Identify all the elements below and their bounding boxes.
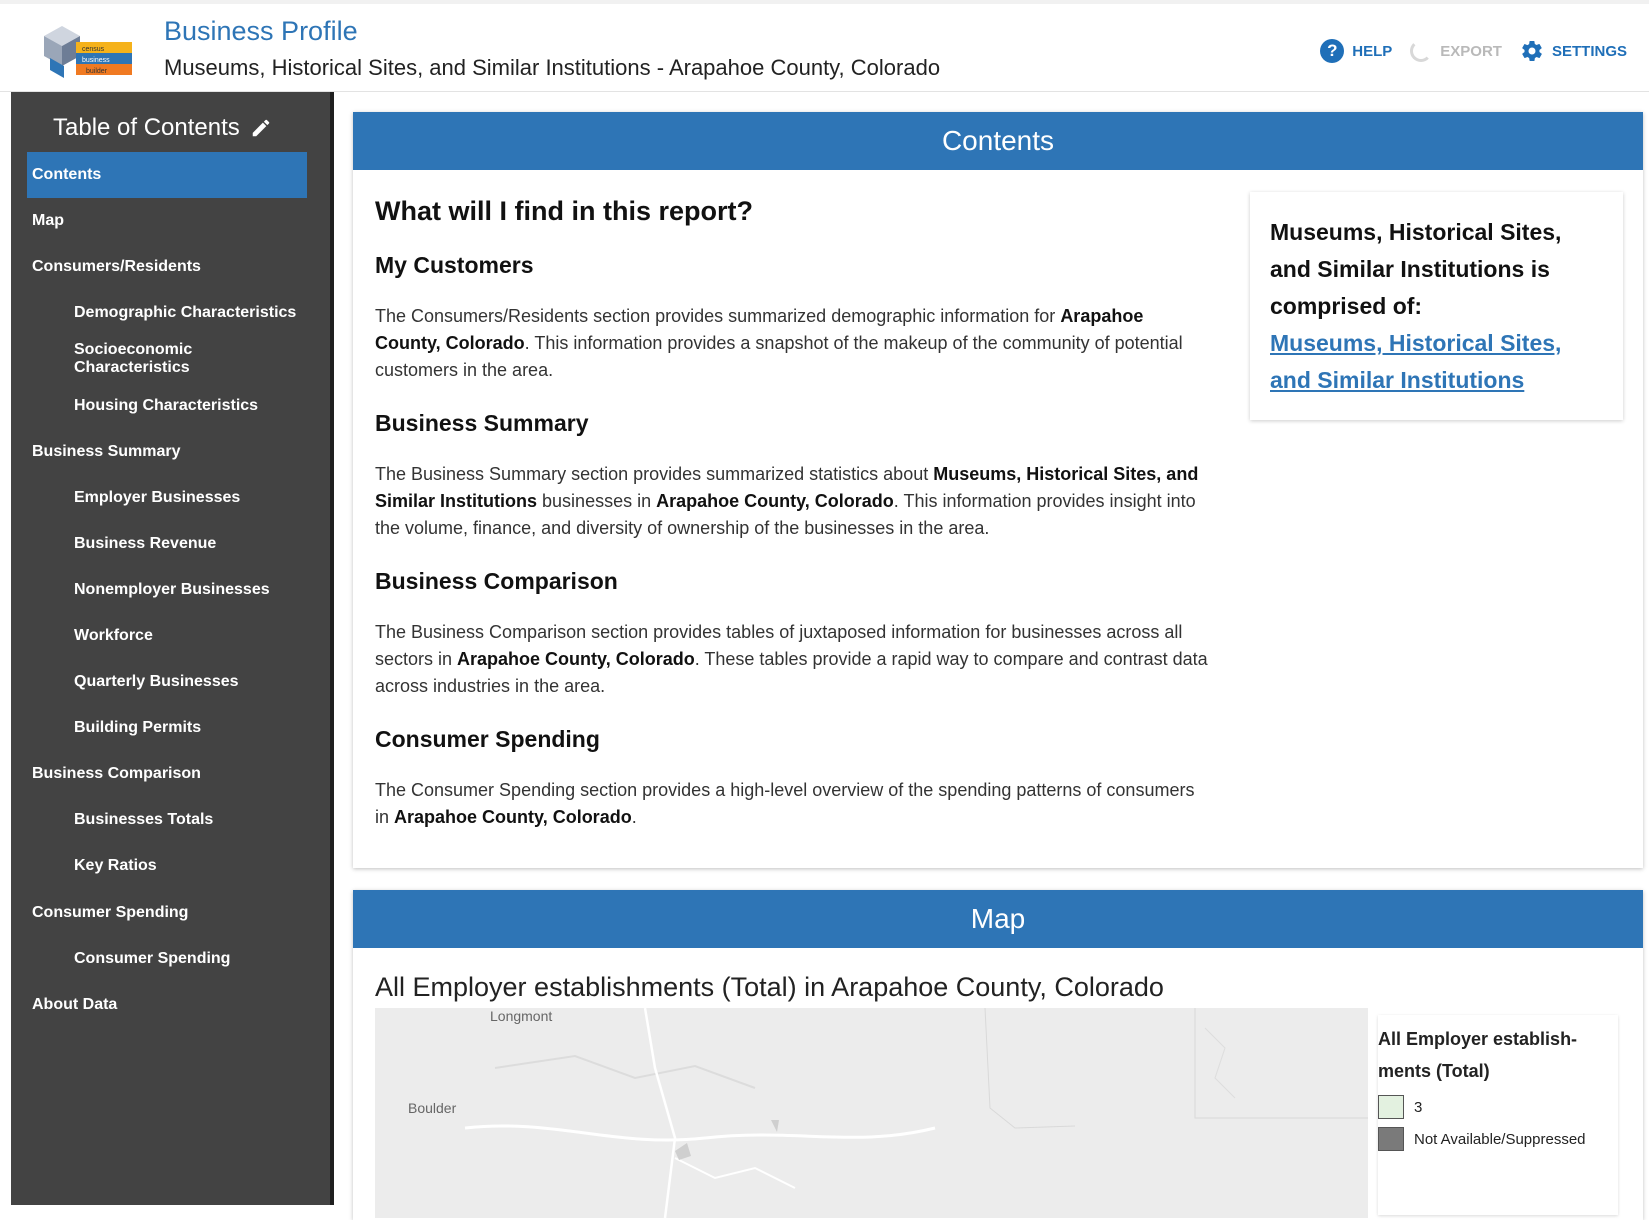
toc-item[interactable]: Workforce xyxy=(27,613,307,659)
loading-spinner-icon xyxy=(1410,40,1433,62)
industry-card: Museums, Historical Sites, and Similar I… xyxy=(1250,192,1623,420)
toc-item[interactable]: About Data xyxy=(27,982,307,1028)
export-label: EXPORT xyxy=(1440,42,1502,60)
logo-word-2: business xyxy=(82,57,110,64)
toc-item[interactable]: Nonemployer Businesses xyxy=(27,567,307,613)
body-text: The Consumers/Residents section provides… xyxy=(375,306,1061,326)
toc-item[interactable]: Consumers/Residents xyxy=(27,244,307,290)
contents-heading: Contents xyxy=(353,112,1643,170)
toc-item[interactable]: Businesses Totals xyxy=(27,797,307,843)
toc-item[interactable]: Business Comparison xyxy=(27,751,307,797)
toc-item[interactable]: Business Revenue xyxy=(27,521,307,567)
report-sections: My Customers The Consumers/Residents sect… xyxy=(375,252,1210,857)
map-card: Map All Employer establishments (Total) … xyxy=(353,890,1643,1220)
legend-label: Not Available/Suppressed xyxy=(1414,1130,1586,1148)
toc-item[interactable]: Socioeconomic Characteristics xyxy=(27,336,307,382)
emphasis-text: Arapahoe County, Colorado xyxy=(656,491,894,511)
app-title: Business Profile xyxy=(164,16,358,46)
body-text: The Business Summary section provides su… xyxy=(375,464,934,484)
census-business-builder-logo: census business builder xyxy=(40,24,145,80)
industry-card-text: Museums, Historical Sites, and Similar I… xyxy=(1270,219,1562,319)
map-title: All Employer establishments (Total) in A… xyxy=(375,972,1164,1002)
map-basemap xyxy=(375,1008,1368,1218)
section-title: Business Summary xyxy=(375,410,589,436)
profile-subtitle: Museums, Historical Sites, and Similar I… xyxy=(164,55,941,80)
toc-item[interactable]: Contents xyxy=(27,152,307,199)
map-label-longmont: Longmont xyxy=(490,1008,553,1024)
emphasis-text: Arapahoe County, Colorado xyxy=(394,807,632,827)
toc-item[interactable]: Demographic Characteristics xyxy=(27,290,307,336)
toc-list: Contents Map Consumers/Residents Demographi… xyxy=(27,152,307,1028)
toc-item[interactable]: Housing Characteristics xyxy=(27,382,307,428)
help-label: HELP xyxy=(1352,42,1393,60)
logo-word-3: builder xyxy=(86,68,108,75)
legend-swatch xyxy=(1378,1095,1404,1119)
settings-button[interactable]: SETTINGS xyxy=(1520,39,1627,63)
section-description: The Business Summary section provides su… xyxy=(375,461,1210,542)
section-description: The Business Comparison section provides… xyxy=(375,619,1210,700)
help-icon: ? xyxy=(1320,39,1345,63)
toc-item[interactable]: Consumer Spending xyxy=(27,890,307,936)
legend-label: 3 xyxy=(1414,1098,1423,1116)
section-title: Business Comparison xyxy=(375,568,618,594)
export-button[interactable]: EXPORT xyxy=(1410,40,1502,62)
pencil-edit-icon[interactable] xyxy=(250,117,272,139)
gear-icon xyxy=(1522,40,1542,62)
map-view[interactable]: Longmont Boulder xyxy=(375,1008,1368,1218)
logo-word-1: census xyxy=(82,46,105,53)
toc-item[interactable]: Quarterly Businesses xyxy=(27,659,307,705)
legend-entry: 3 xyxy=(1378,1095,1618,1119)
map-heading: Map xyxy=(353,890,1643,948)
section-description: The Consumer Spending section provides a… xyxy=(375,777,1210,831)
report-main: Contents What will I find in this report… xyxy=(353,112,1643,1220)
toc-item[interactable]: Key Ratios xyxy=(27,843,307,889)
map-label-boulder: Boulder xyxy=(408,1100,457,1116)
body-text: businesses in xyxy=(537,491,657,511)
section-description: The Consumers/Residents section provides… xyxy=(375,303,1210,384)
app-header: census business builder Business Profile… xyxy=(0,0,1649,92)
section-title: Consumer Spending xyxy=(375,726,600,752)
legend-entry: Not Available/Suppressed xyxy=(1378,1127,1618,1151)
legend-title: All Employer establish-ments (Total) xyxy=(1378,1029,1578,1081)
legend-swatch xyxy=(1378,1127,1404,1151)
toc-item[interactable]: Consumer Spending xyxy=(27,936,307,982)
header-actions: ? HELP EXPORT SETTINGS xyxy=(1320,39,1627,63)
toc-item[interactable]: Employer Businesses xyxy=(27,475,307,521)
body-text: . xyxy=(631,807,637,827)
report-question: What will I find in this report? xyxy=(375,196,753,226)
toc-item[interactable]: Business Summary xyxy=(27,429,307,475)
section-title: My Customers xyxy=(375,252,534,278)
contents-body: What will I find in this report? My Cust… xyxy=(353,170,1643,868)
toc-title-text: Table of Contents xyxy=(53,114,240,141)
settings-label: SETTINGS xyxy=(1551,42,1627,60)
table-of-contents-sidebar: Table of Contents Contents Map Consumers/R… xyxy=(11,92,334,1205)
toc-item[interactable]: Map xyxy=(27,198,307,244)
map-legend: All Employer establish-ments (Total) 3 N… xyxy=(1378,1015,1618,1215)
toc-title: Table of Contents xyxy=(53,114,272,142)
emphasis-text: Arapahoe County, Colorado xyxy=(457,649,695,669)
toc-item[interactable]: Building Permits xyxy=(27,705,307,751)
contents-card: Contents What will I find in this report… xyxy=(353,112,1643,868)
industry-link[interactable]: Museums, Historical Sites, and Similar I… xyxy=(1270,330,1561,393)
help-button[interactable]: ? HELP xyxy=(1320,39,1392,63)
